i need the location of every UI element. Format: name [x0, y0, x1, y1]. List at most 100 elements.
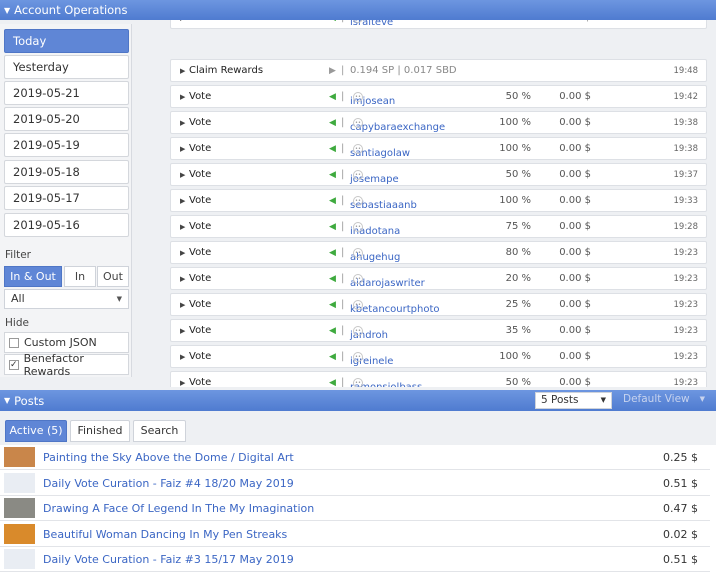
voter-link[interactable]: josemape ••: [350, 169, 399, 185]
vote-value: 0.00 $: [559, 377, 591, 387]
date-button[interactable]: 2019-05-16: [4, 213, 129, 237]
operation-row-vote[interactable]: ▶ Vote ◀ | capybaraexchange •• 100 % 0.00 $ 19:3…: [170, 111, 707, 134]
post-row[interactable]: Drawing A Face Of Legend In The My Imagi…: [0, 496, 710, 521]
post-title-link[interactable]: Painting the Sky Above the Dome / Digita…: [43, 451, 294, 464]
voter-link[interactable]: aidarojaswriter ••: [350, 273, 425, 289]
date-today-button[interactable]: Today: [4, 29, 129, 53]
post-row[interactable]: Daily Vote Curation - Faiz #3 15/17 May …: [0, 547, 710, 572]
filter-in-out-button[interactable]: In & Out: [4, 266, 62, 287]
upvote-arrow-icon: ◀: [329, 196, 336, 206]
date-button[interactable]: 2019-05-19: [4, 133, 129, 157]
post-thumbnail[interactable]: [4, 549, 35, 569]
checkbox-checked-icon[interactable]: ✓: [9, 359, 19, 370]
default-view-select[interactable]: Default View ▼: [618, 392, 710, 409]
custom-json-checkbox[interactable]: Custom JSON: [4, 332, 129, 353]
voter-link[interactable]: santiagolaw ••: [350, 143, 410, 159]
post-title-link[interactable]: Drawing A Face Of Legend In The My Imagi…: [43, 502, 314, 515]
operation-row-vote[interactable]: ▶ Vote ◀ | sebastiaaanb •• 100 % 0.00 $ 19:33: [170, 189, 707, 212]
vote-value: 0.00 $: [551, 20, 591, 23]
post-row[interactable]: Beautiful Woman Dancing In My Pen Streak…: [0, 522, 710, 547]
post-thumbnail[interactable]: [4, 498, 35, 518]
tab-search[interactable]: Search: [133, 420, 186, 442]
post-payout: 0.51 $: [663, 476, 698, 490]
expand-caret-icon[interactable]: ▶: [180, 327, 185, 335]
vote-percent: 35 %: [505, 325, 531, 336]
voter-link[interactable]: isralteve••: [350, 20, 393, 28]
filter-out-button[interactable]: Out: [97, 266, 129, 287]
post-title-link[interactable]: Daily Vote Curation - Faiz #3 15/17 May …: [43, 553, 294, 566]
checkbox-unchecked-icon[interactable]: [9, 337, 19, 348]
filter-in-button[interactable]: In: [64, 266, 96, 287]
voter-link[interactable]: imjosean ••: [350, 91, 395, 107]
operation-row-vote[interactable]: ▶ Vote ◀ | jandroh •• 35 % 0.00 $ 19:23: [170, 319, 707, 342]
voter-link[interactable]: jandroh ••: [350, 325, 388, 341]
vote-percent: 50 %: [491, 20, 531, 23]
expand-caret-icon[interactable]: ▶: [180, 353, 185, 361]
date-button[interactable]: 2019-05-21: [4, 81, 129, 105]
date-button[interactable]: 2019-05-17: [4, 186, 129, 210]
expand-caret-icon[interactable]: ▶: [180, 67, 185, 75]
expand-caret-icon[interactable]: ▶: [180, 379, 185, 387]
expand-caret-icon[interactable]: ▶: [180, 275, 185, 283]
operation-row-vote[interactable]: ▶ Vote ◀ | josemape •• 50 % 0.00 $ 19:37: [170, 163, 707, 186]
chevron-down-icon: ▼: [699, 395, 705, 403]
expand-caret-icon[interactable]: ▶: [180, 171, 185, 179]
expand-caret-icon[interactable]: ▶: [180, 223, 185, 231]
post-title-link[interactable]: Beautiful Woman Dancing In My Pen Streak…: [43, 528, 287, 541]
account-operations-title: Account Operations: [14, 3, 128, 17]
operation-row-vote[interactable]: ▶ Vote ◀ | isralteve•• 50 % 0.00 $ 19:50: [170, 20, 707, 29]
operation-time: 19:23: [673, 378, 699, 387]
voter-link[interactable]: kbetancourtphoto ••: [350, 299, 440, 315]
separator: |: [341, 221, 345, 232]
voter-link[interactable]: sebastiaaanb ••: [350, 195, 417, 211]
reputation-icon: ••: [353, 300, 363, 310]
tab-finished[interactable]: Finished: [70, 420, 130, 442]
expand-caret-icon[interactable]: ▶: [180, 93, 185, 101]
date-button[interactable]: 2019-05-18: [4, 160, 129, 184]
filter-select[interactable]: All ▼: [4, 289, 129, 309]
collapse-triangle-icon[interactable]: ▼: [4, 6, 10, 15]
operation-time: 19:37: [673, 170, 699, 180]
upvote-arrow-icon: ◀: [329, 352, 336, 362]
voter-link[interactable]: ramonsiolbass••: [350, 377, 422, 387]
post-thumbnail[interactable]: [4, 447, 35, 467]
post-title-link[interactable]: Daily Vote Curation - Faiz #4 18/20 May …: [43, 477, 294, 490]
expand-caret-icon[interactable]: ▶: [180, 145, 185, 153]
expand-caret-icon[interactable]: ▶: [180, 301, 185, 309]
expand-caret-icon[interactable]: ▶: [180, 249, 185, 257]
operation-row-vote[interactable]: ▶ Vote ◀ | imjosean •• 50 % 0.00 $ 19:42: [170, 85, 707, 108]
post-thumbnail[interactable]: [4, 472, 35, 493]
post-thumbnail[interactable]: [4, 523, 35, 544]
tab-active[interactable]: Active (5): [5, 420, 67, 442]
operation-row-vote[interactable]: ▶ Vote ◀ | ahugehug •• 80 % 0.00 $ 19:23: [170, 241, 707, 264]
operation-row-vote[interactable]: ▶ Vote ◀ | ramonsiolbass•• 50 % 0.00 $ 19:23: [170, 371, 707, 387]
voter-link[interactable]: inadotana ••: [350, 221, 400, 237]
expand-caret-icon[interactable]: ▶: [180, 119, 185, 127]
operation-time: 19:28: [673, 222, 699, 232]
reputation-icon: ••: [353, 144, 363, 154]
chevron-down-icon: ▼: [116, 295, 122, 303]
vote-percent: 100 %: [499, 143, 531, 154]
upvote-arrow-icon: ◀: [329, 274, 336, 284]
operation-row-claim-rewards[interactable]: ▶ Claim Rewards ▶ | 0.194 SP | 0.017 SBD 19:4…: [170, 59, 707, 82]
post-row[interactable]: Painting the Sky Above the Dome / Digita…: [0, 445, 710, 470]
expand-caret-icon[interactable]: ▶: [180, 20, 185, 22]
posts-count-select[interactable]: 5 Posts ▼: [535, 392, 612, 409]
benefactor-rewards-checkbox[interactable]: ✓ Benefactor Rewards: [4, 352, 129, 378]
voter-link[interactable]: capybaraexchange ••: [350, 117, 445, 133]
operation-row-vote[interactable]: ▶ Vote ◀ | aidarojaswriter •• 20 % 0.00 $ 19:23: [170, 267, 707, 290]
operation-row-vote[interactable]: ▶ Vote ◀ | inadotana •• 75 % 0.00 $ 19:28: [170, 215, 707, 238]
expand-caret-icon[interactable]: ▶: [180, 197, 185, 205]
filter-select-value: All: [11, 292, 25, 305]
voter-link[interactable]: ahugehug ••: [350, 247, 400, 263]
operation-row-vote[interactable]: ▶ Vote ◀ | igreinele •• 100 % 0.00 $ 19:23: [170, 345, 707, 368]
operation-row-vote[interactable]: ▶ Vote ◀ | santiagolaw •• 100 % 0.00 $ 19:38: [170, 137, 707, 160]
post-row[interactable]: Daily Vote Curation - Faiz #4 18/20 May …: [0, 471, 710, 496]
date-yesterday-button[interactable]: Yesterday: [4, 55, 129, 79]
operation-row-vote[interactable]: ▶ Vote ◀ | kbetancourtphoto •• 25 % 0.00 $ 19:23: [170, 293, 707, 316]
date-filter-panel: Today Yesterday 2019-05-21 2019-05-20 20…: [0, 24, 132, 378]
date-button[interactable]: 2019-05-20: [4, 107, 129, 131]
voter-link[interactable]: igreinele ••: [350, 351, 393, 367]
collapse-triangle-icon[interactable]: ▼: [4, 396, 10, 405]
account-operations-header[interactable]: ▼ Account Operations: [0, 0, 716, 20]
